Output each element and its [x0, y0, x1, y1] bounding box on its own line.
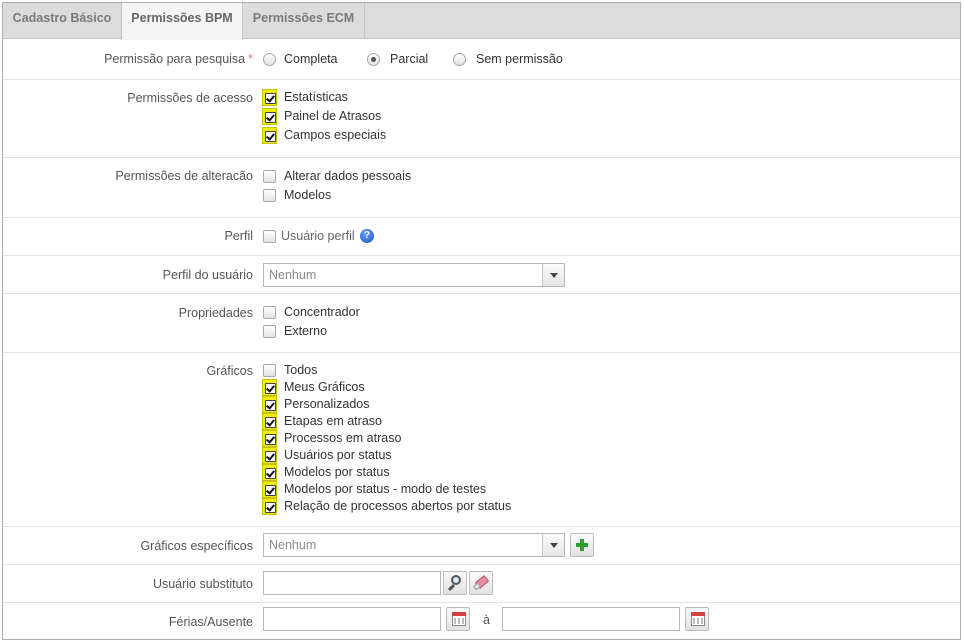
- bpm-permissions-panel: Cadastro Básico Permissões BPM Permissõe…: [2, 2, 961, 640]
- checkbox-checked[interactable]: [262, 498, 277, 515]
- vacation-from-calendar-button[interactable]: [446, 607, 470, 631]
- vacation-from-input[interactable]: [263, 607, 441, 631]
- checkbox-checked[interactable]: [262, 127, 277, 144]
- change-permissions-row: Permissões de alteracão Alterar dados pe…: [3, 158, 960, 218]
- chevron-down-icon[interactable]: [542, 264, 564, 286]
- access-permissions-row: Permissões de acesso Estatísticas Painel…: [3, 80, 960, 158]
- user-profile-label: Perfil do usuário: [162, 268, 253, 282]
- search-user-button[interactable]: [443, 571, 467, 595]
- checkbox-checked[interactable]: [262, 396, 277, 413]
- charts-label: Gráficos: [206, 364, 253, 378]
- radio-button[interactable]: [453, 53, 466, 66]
- charts-row: Gráficos Todos Meus Gráficos Personaliza…: [3, 353, 960, 527]
- question-icon[interactable]: ?: [360, 229, 374, 243]
- radio-button-selected[interactable]: [367, 53, 380, 66]
- checkbox-checked[interactable]: [262, 481, 277, 498]
- user-profile-select[interactable]: Nenhum: [263, 263, 565, 287]
- checkbox-checked[interactable]: [262, 413, 277, 430]
- vacation-to-input[interactable]: [502, 607, 680, 631]
- vacation-to-calendar-button[interactable]: [685, 607, 709, 631]
- profile-label: Perfil: [224, 229, 253, 243]
- search-permission-row: Permissão para pesquisa * Completa Parcia…: [3, 39, 960, 80]
- substitute-user-label: Usuário substituto: [152, 577, 253, 591]
- tab-bar: Cadastro Básico Permissões BPM Permissõe…: [3, 3, 960, 40]
- specific-charts-row: Gráficos específicos Nenhum: [3, 527, 960, 565]
- user-profile-row: Perfil do usuário Nenhum: [3, 256, 960, 294]
- checkbox[interactable]: [263, 325, 276, 338]
- checkbox[interactable]: [263, 364, 276, 377]
- change-permissions-label: Permissões de alteracão: [115, 169, 253, 183]
- properties-label: Propriedades: [178, 306, 253, 320]
- tab-cadastro-basico[interactable]: Cadastro Básico: [3, 3, 122, 39]
- properties-row: Propriedades Concentrador Externo: [3, 294, 960, 353]
- chevron-down-icon[interactable]: [542, 534, 564, 556]
- checkbox-checked[interactable]: [262, 447, 277, 464]
- radio-button[interactable]: [263, 53, 276, 66]
- checkbox-checked[interactable]: [262, 464, 277, 481]
- search-permission-label: Permissão para pesquisa *: [104, 52, 253, 66]
- checkbox-checked[interactable]: [262, 108, 277, 125]
- checkbox[interactable]: [263, 230, 276, 243]
- required-marker: *: [248, 52, 253, 66]
- specific-charts-value: Nenhum: [269, 538, 317, 552]
- checkbox[interactable]: [263, 170, 276, 183]
- substitute-user-row: Usuário substituto: [3, 565, 960, 603]
- substitute-user-input[interactable]: [263, 571, 441, 595]
- add-chart-button[interactable]: [570, 533, 594, 557]
- tab-permissoes-bpm[interactable]: Permissões BPM: [121, 3, 243, 40]
- checkbox-checked[interactable]: [262, 89, 277, 106]
- vacation-label: Férias/Ausente: [168, 615, 253, 629]
- checkbox-checked[interactable]: [262, 379, 277, 396]
- date-range-separator: à: [483, 613, 490, 627]
- specific-charts-select[interactable]: Nenhum: [263, 533, 565, 557]
- profile-row: Perfil Usuário perfil ?: [3, 218, 960, 256]
- checkbox[interactable]: [263, 189, 276, 202]
- specific-charts-label: Gráficos específicos: [140, 539, 253, 553]
- vacation-row: Férias/Ausente à: [3, 603, 960, 641]
- checkbox-checked[interactable]: [262, 430, 277, 447]
- user-profile-value: Nenhum: [269, 268, 317, 282]
- checkbox[interactable]: [263, 306, 276, 319]
- clear-user-button[interactable]: [469, 571, 493, 595]
- access-permissions-label: Permissões de acesso: [127, 91, 253, 105]
- tab-permissoes-ecm[interactable]: Permissões ECM: [243, 3, 365, 39]
